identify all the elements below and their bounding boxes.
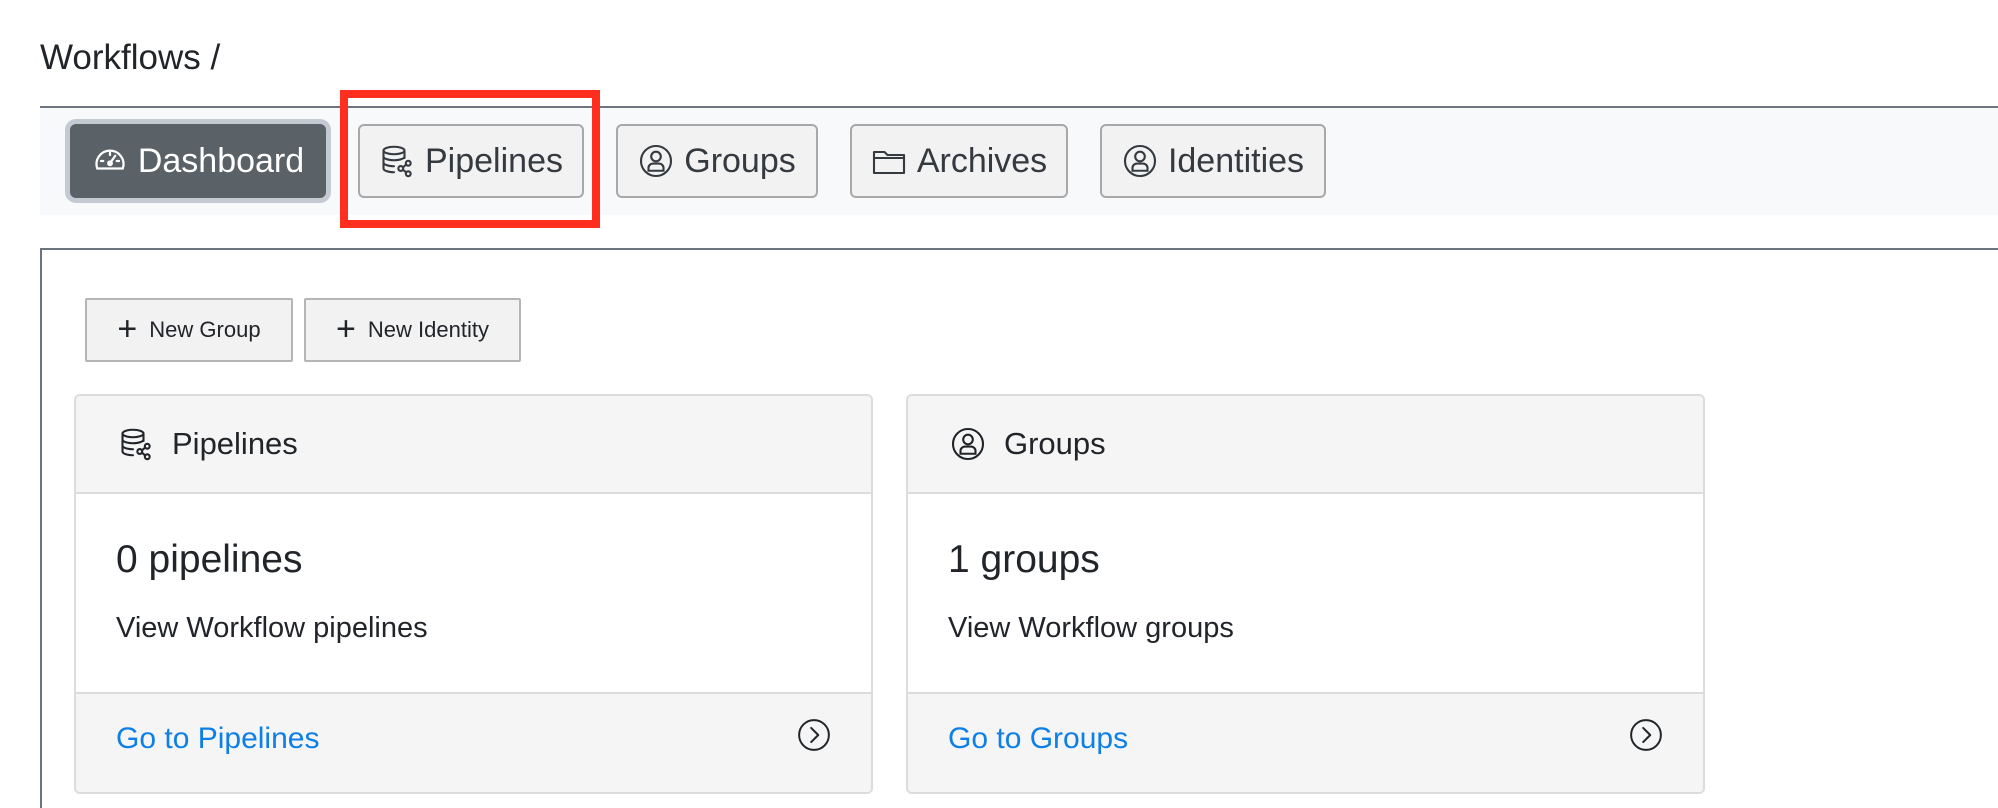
groups-card: Groups 1 groups View Workflow groups Go … (906, 394, 1705, 794)
tab-pipelines[interactable]: Pipelines (358, 124, 584, 198)
tab-groups-label: Groups (684, 141, 796, 180)
new-group-label: New Group (149, 317, 261, 342)
person-circle-icon (638, 143, 674, 179)
new-identity-label: New Identity (367, 317, 489, 342)
database-share-icon (118, 426, 154, 462)
speedometer-icon (92, 143, 128, 179)
go-to-groups-link[interactable]: Go to Groups (948, 722, 1128, 756)
card-body: 1 groups View Workflow groups (908, 494, 1703, 692)
plus-icon: + (336, 309, 356, 348)
tab-groups[interactable]: Groups (616, 124, 818, 198)
groups-count: 1 groups (948, 538, 1100, 581)
tab-dashboard[interactable]: Dashboard (70, 124, 326, 198)
card-description: View Workflow pipelines (116, 612, 428, 644)
card-title: Pipelines (172, 426, 298, 461)
breadcrumb: Workflows / (40, 38, 221, 77)
pipelines-card: Pipelines 0 pipelines View Workflow pipe… (74, 394, 873, 794)
tab-identities[interactable]: Identities (1100, 124, 1326, 198)
new-identity-button[interactable]: + New Identity (304, 298, 521, 362)
database-share-icon (379, 143, 415, 179)
tab-archives-label: Archives (916, 141, 1048, 180)
tab-dashboard-label: Dashboard (137, 141, 305, 180)
new-group-button[interactable]: + New Group (85, 298, 293, 362)
tab-pipelines-label: Pipelines (425, 141, 563, 180)
card-body: 0 pipelines View Workflow pipelines (76, 494, 871, 692)
plus-icon: + (117, 309, 138, 348)
folder-icon (871, 143, 907, 179)
card-header: Groups (908, 396, 1703, 494)
card-header: Pipelines (76, 396, 871, 494)
person-circle-icon (1122, 143, 1158, 179)
chevron-right-circle-icon[interactable] (797, 718, 831, 752)
pipelines-count: 0 pipelines (116, 538, 303, 581)
card-footer: Go to Groups (908, 692, 1703, 792)
card-title: Groups (1004, 426, 1106, 461)
tab-archives[interactable]: Archives (850, 124, 1068, 198)
chevron-right-circle-icon[interactable] (1629, 718, 1663, 752)
card-footer: Go to Pipelines (76, 692, 871, 792)
card-description: View Workflow groups (948, 612, 1234, 644)
tab-identities-label: Identities (1167, 141, 1305, 180)
person-circle-icon (950, 426, 986, 462)
go-to-pipelines-link[interactable]: Go to Pipelines (116, 722, 319, 756)
